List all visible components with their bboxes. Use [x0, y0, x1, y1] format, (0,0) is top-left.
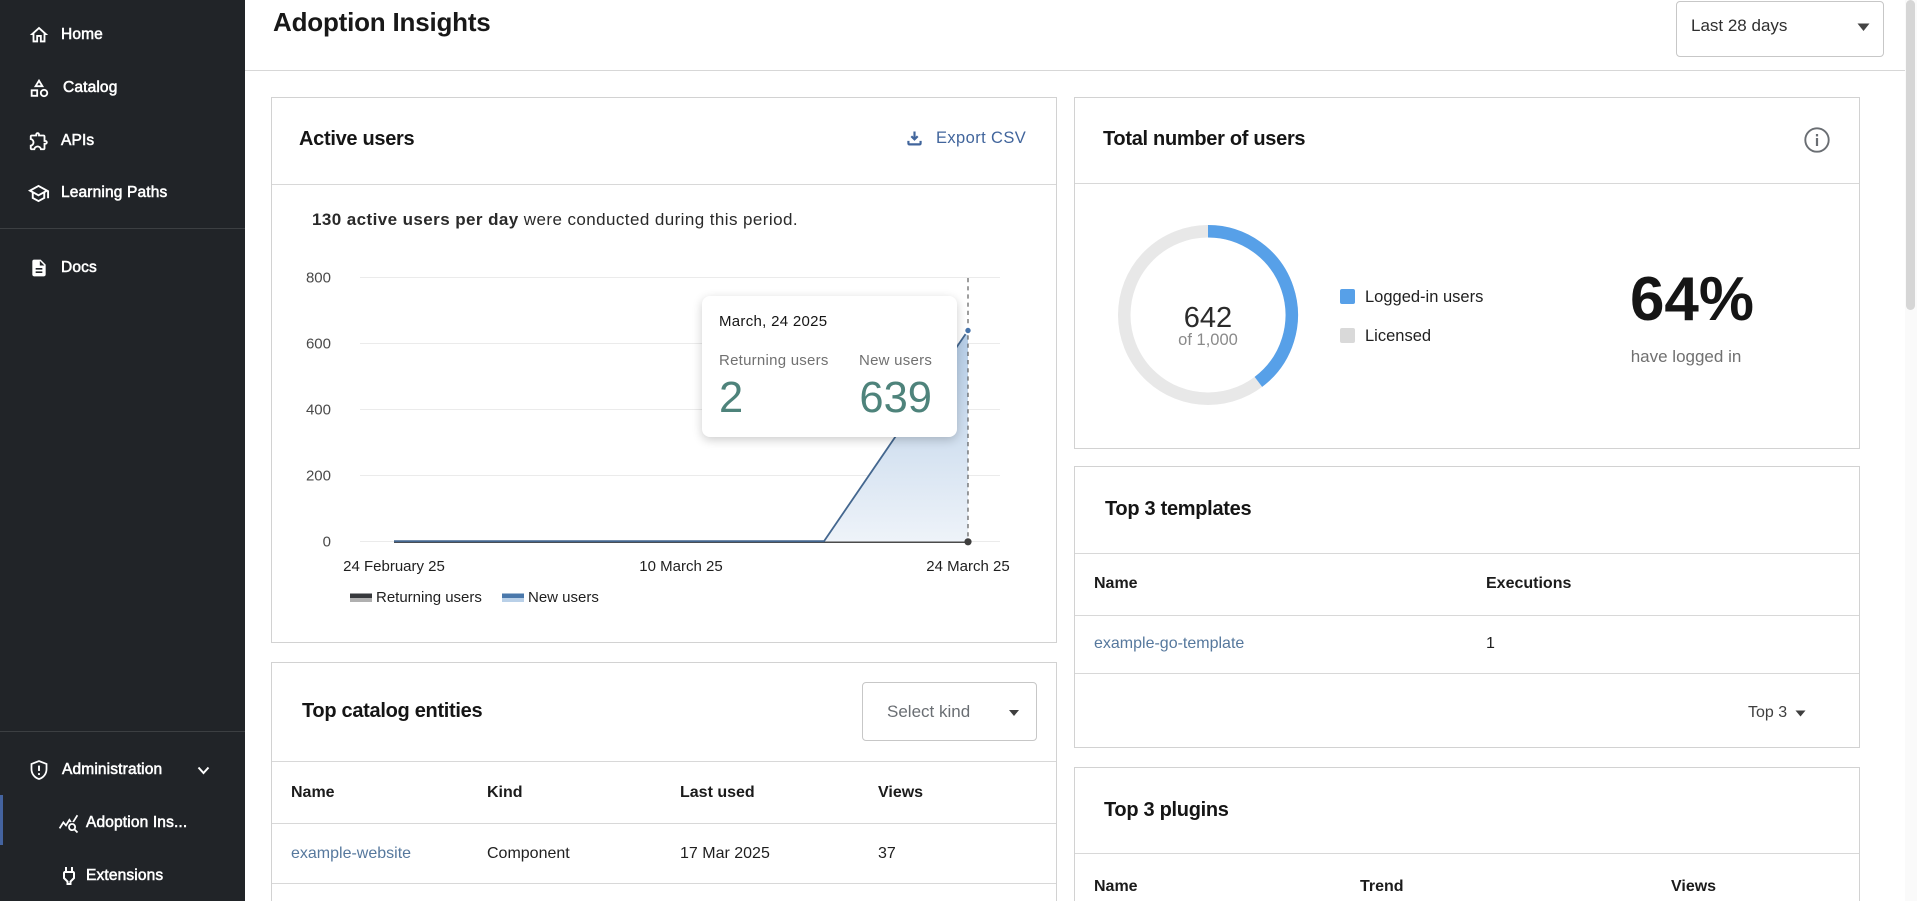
- svg-text:Licensed: Licensed: [1365, 327, 1431, 345]
- svg-text:Returning users: Returning users: [376, 589, 482, 606]
- svg-text:800: 800: [306, 270, 331, 287]
- svg-text:200: 200: [306, 468, 331, 485]
- svg-text:have logged in: have logged in: [1631, 347, 1742, 366]
- svg-text:0: 0: [323, 534, 331, 551]
- svg-text:64%: 64%: [1630, 265, 1754, 334]
- svg-text:642: 642: [1184, 302, 1232, 334]
- svg-text:24 February 25: 24 February 25: [343, 558, 445, 575]
- svg-text:Logged-in users: Logged-in users: [1365, 288, 1483, 306]
- svg-text:600: 600: [306, 336, 331, 353]
- svg-text:New users: New users: [528, 589, 599, 606]
- svg-text:24 March 25: 24 March 25: [926, 558, 1009, 575]
- svg-text:400: 400: [306, 402, 331, 419]
- svg-text:of 1,000: of 1,000: [1178, 331, 1238, 349]
- svg-text:10 March 25: 10 March 25: [639, 558, 722, 575]
